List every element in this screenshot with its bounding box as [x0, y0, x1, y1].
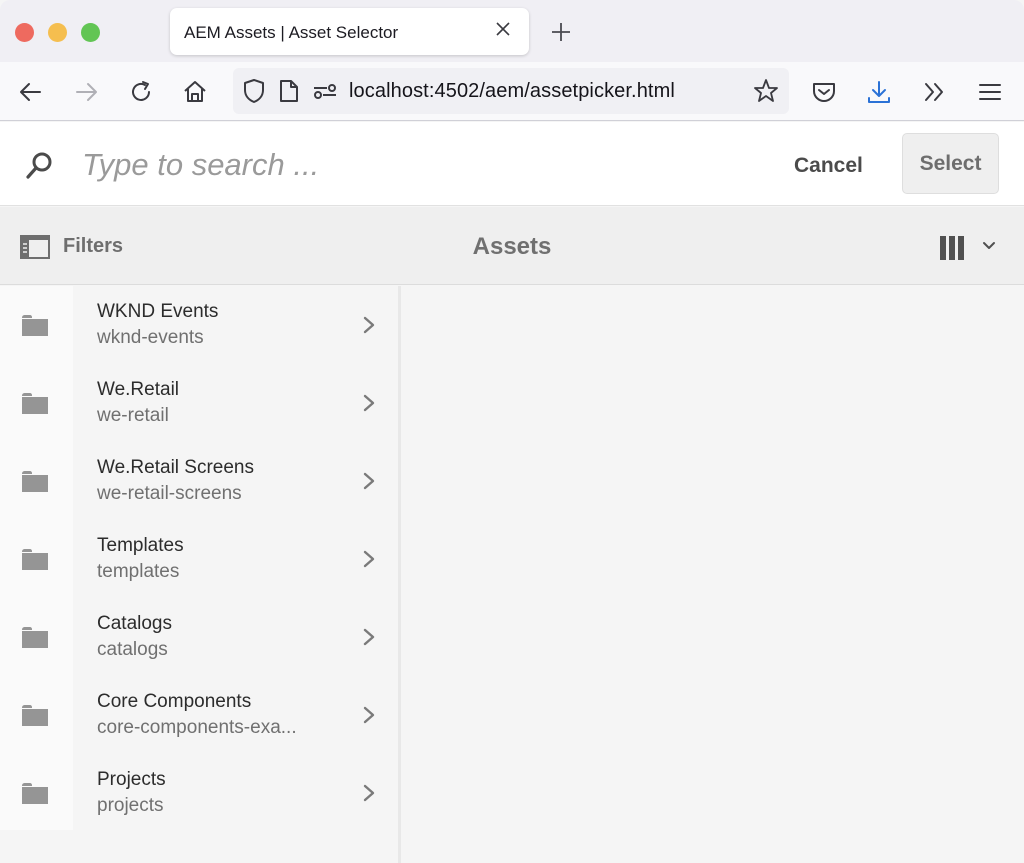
shield-icon[interactable] [241, 78, 267, 104]
folder-name: we-retail [97, 405, 169, 426]
new-tab-plus-icon[interactable] [550, 21, 572, 43]
view-switcher[interactable] [934, 231, 1004, 261]
folder-icon [22, 549, 48, 570]
window-zoom-button[interactable] [81, 23, 100, 42]
column-view: WKND Events wknd-events We.Retail we-ret… [0, 286, 1024, 863]
browser-tab-bar: AEM Assets | Asset Selector [0, 0, 1024, 62]
column-empty [404, 286, 1024, 863]
chevrons-right-icon[interactable] [921, 79, 947, 105]
tab-title: AEM Assets | Asset Selector [184, 23, 399, 42]
folder-icon [22, 705, 48, 726]
folder-list-item[interactable]: We.Retail we-retail [0, 364, 401, 442]
folder-name: wknd-events [97, 327, 204, 348]
browser-tab-active[interactable]: AEM Assets | Asset Selector [170, 8, 529, 55]
download-icon[interactable] [866, 79, 892, 105]
folder-title: Projects [97, 769, 166, 790]
chevron-right-icon[interactable] [362, 783, 376, 803]
column-root: WKND Events wknd-events We.Retail we-ret… [0, 286, 401, 863]
folder-title: We.Retail [97, 379, 180, 400]
url-bar[interactable]: localhost:4502/aem/assetpicker.html [233, 68, 789, 114]
search-icon [26, 152, 52, 179]
assets-toolbar: Filters Assets [0, 207, 1024, 285]
folder-icon [22, 783, 48, 804]
folder-list-item[interactable]: WKND Events wknd-events [0, 286, 401, 364]
window-minimize-button[interactable] [48, 23, 67, 42]
search-input[interactable] [82, 142, 682, 188]
chevron-right-icon[interactable] [362, 471, 376, 491]
folder-icon [22, 627, 48, 648]
folder-list-item[interactable]: Projects projects [0, 754, 401, 832]
folder-name: templates [97, 561, 180, 582]
arrow-left-icon[interactable] [18, 79, 44, 105]
folder-title: WKND Events [97, 301, 219, 322]
reload-icon[interactable] [128, 79, 154, 105]
folder-list-item[interactable]: We.Retail Screens we-retail-screens [0, 442, 401, 520]
chevron-right-icon[interactable] [362, 549, 376, 569]
chevron-right-icon[interactable] [362, 627, 376, 647]
folder-title: Catalogs [97, 613, 172, 634]
folder-name: we-retail-screens [97, 483, 242, 504]
chevron-right-icon[interactable] [362, 315, 376, 335]
cancel-button[interactable]: Cancel [782, 146, 875, 186]
pocket-icon[interactable] [811, 79, 837, 105]
arrow-right-icon[interactable] [73, 79, 99, 105]
folder-name: core-components-exa... [97, 717, 297, 738]
home-icon[interactable] [182, 79, 208, 105]
folder-name: catalogs [97, 639, 168, 660]
page-icon[interactable] [278, 78, 300, 104]
chevron-right-icon[interactable] [362, 393, 376, 413]
column-view-icon [940, 236, 964, 260]
folder-icon [22, 315, 48, 336]
folder-title: Templates [97, 535, 184, 556]
chevron-down-icon [983, 242, 995, 249]
folder-icon [22, 393, 48, 414]
folder-title: We.Retail Screens [97, 457, 254, 478]
page-title: Assets [472, 233, 552, 260]
select-button[interactable]: Select [902, 133, 999, 194]
folder-list-item[interactable]: Catalogs catalogs [0, 598, 401, 676]
window-close-button[interactable] [15, 23, 34, 42]
folder-list-item[interactable]: Templates templates [0, 520, 401, 598]
folder-icon [22, 471, 48, 492]
browser-nav-bar: localhost:4502/aem/assetpicker.html [0, 62, 1024, 121]
folder-title: Core Components [97, 691, 252, 712]
folder-list-item[interactable]: Core Components core-components-exa... [0, 676, 401, 754]
chevron-right-icon[interactable] [362, 705, 376, 725]
close-icon[interactable] [493, 19, 513, 39]
url-text[interactable]: localhost:4502/aem/assetpicker.html [349, 80, 675, 103]
permissions-icon[interactable] [312, 80, 338, 102]
search-bar: Cancel Select [0, 122, 1024, 206]
star-icon[interactable] [753, 78, 779, 104]
folder-name: projects [97, 795, 164, 816]
hamburger-menu-icon[interactable] [977, 79, 1003, 105]
